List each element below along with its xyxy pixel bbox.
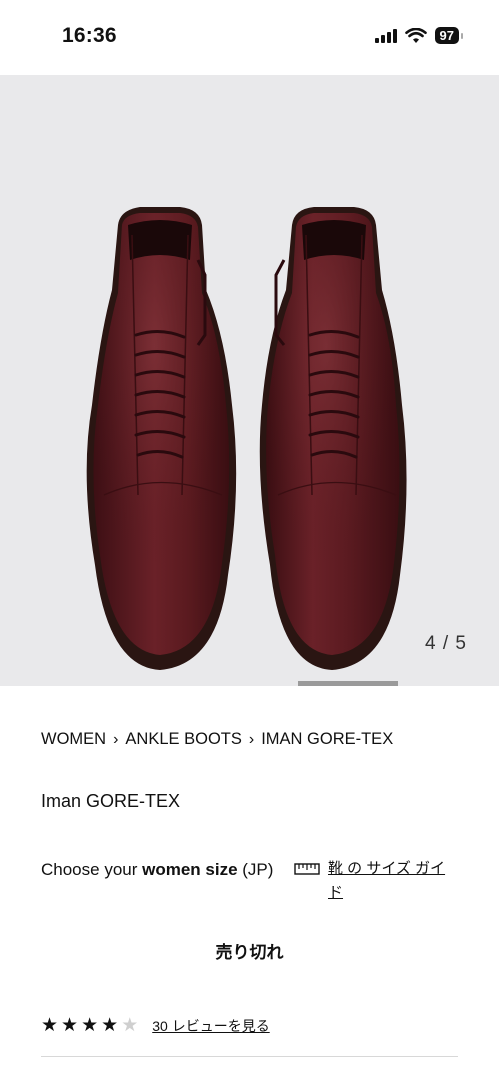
chevron-right-icon: › — [248, 730, 255, 748]
reviews-link[interactable]: 30 レビューを見る — [152, 1016, 269, 1036]
right-boot — [259, 207, 407, 670]
size-label-prefix: Choose your — [41, 860, 143, 879]
size-label: Choose your women size (JP) — [41, 857, 281, 883]
image-pager-track — [0, 681, 499, 686]
breadcrumb-ankle-boots[interactable]: ANKLE BOOTS — [125, 730, 241, 749]
star-rating: ★ ★ ★ ★ ★ — [41, 1016, 138, 1036]
boots-illustration — [86, 207, 407, 670]
breadcrumb: WOMEN › ANKLE BOOTS › IMAN GORE-TEX — [41, 730, 393, 749]
breadcrumb-current[interactable]: IMAN GORE-TEX — [261, 730, 393, 749]
size-guide-label[interactable]: 靴 の サイズ ガイド — [328, 857, 458, 905]
sold-out-status: 売り切れ — [215, 943, 284, 962]
chevron-right-icon: › — [113, 730, 119, 748]
product-image[interactable] — [0, 75, 499, 685]
divider — [41, 1056, 458, 1057]
size-label-suffix: (JP) — [237, 860, 274, 879]
size-label-bold: women size — [142, 860, 238, 879]
product-title: Iman GORE-TEX — [41, 791, 181, 811]
cellular-signal-icon — [374, 28, 397, 43]
status-icons: 97 — [374, 27, 464, 44]
status-time: 16:36 — [62, 24, 117, 47]
breadcrumb-women[interactable]: WOMEN — [41, 730, 106, 749]
size-guide-link[interactable]: 靴 の サイズ ガイド — [294, 857, 458, 905]
star-full-icon: ★ — [61, 1015, 79, 1036]
star-empty-icon: ★ — [121, 1015, 139, 1036]
star-full-icon: ★ — [101, 1015, 119, 1036]
star-full-icon: ★ — [41, 1015, 59, 1036]
star-full-icon: ★ — [81, 1015, 99, 1036]
wifi-icon — [404, 27, 427, 43]
image-counter: 4 / 5 — [425, 633, 467, 654]
battery-icon: 97 — [434, 27, 464, 44]
ruler-icon — [294, 863, 320, 875]
status-bar: 16:36 97 — [0, 0, 499, 75]
left-boot — [86, 207, 237, 670]
image-pager-indicator — [298, 681, 398, 686]
rating-row: ★ ★ ★ ★ ★ 30 レビューを見る — [41, 1016, 270, 1036]
